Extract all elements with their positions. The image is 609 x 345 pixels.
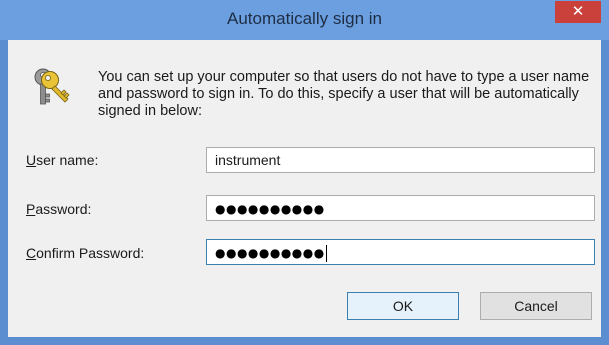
confirm-password-access-key: C (26, 245, 37, 261)
window-title: Automatically sign in (227, 9, 382, 28)
password-label: Password: (26, 201, 91, 217)
close-button[interactable]: ✕ (555, 1, 601, 23)
user-name-label: User name: (26, 152, 98, 168)
user-name-value: instrument (215, 152, 281, 168)
confirm-password-label: Confirm Password: (26, 245, 144, 261)
intro-text: You can set up your computer so that use… (98, 69, 590, 119)
confirm-password-input[interactable]: ●●●●●●●●●● (206, 239, 595, 265)
title-bar[interactable]: Automatically sign in ✕ (0, 0, 609, 40)
cancel-button[interactable]: Cancel (480, 292, 592, 320)
confirm-password-value: ●●●●●●●●●● (215, 246, 325, 260)
user-name-label-text: ser name: (36, 152, 99, 168)
password-access-key: P (26, 201, 36, 217)
user-name-access-key: U (26, 152, 37, 168)
text-caret (325, 244, 327, 262)
dialog-window: Automatically sign in ✕ You can set up y… (0, 0, 609, 345)
dialog-body: You can set up your computer so that use… (8, 40, 601, 337)
password-value: ●●●●●●●●●● (215, 202, 325, 216)
close-icon: ✕ (571, 3, 585, 20)
user-name-input[interactable]: instrument (206, 147, 595, 173)
keys-icon (34, 68, 70, 105)
password-input[interactable]: ●●●●●●●●●● (206, 195, 595, 221)
ok-button[interactable]: OK (347, 292, 459, 320)
password-label-text: assword: (35, 201, 92, 217)
confirm-password-label-text: onfirm Password: (36, 245, 145, 261)
